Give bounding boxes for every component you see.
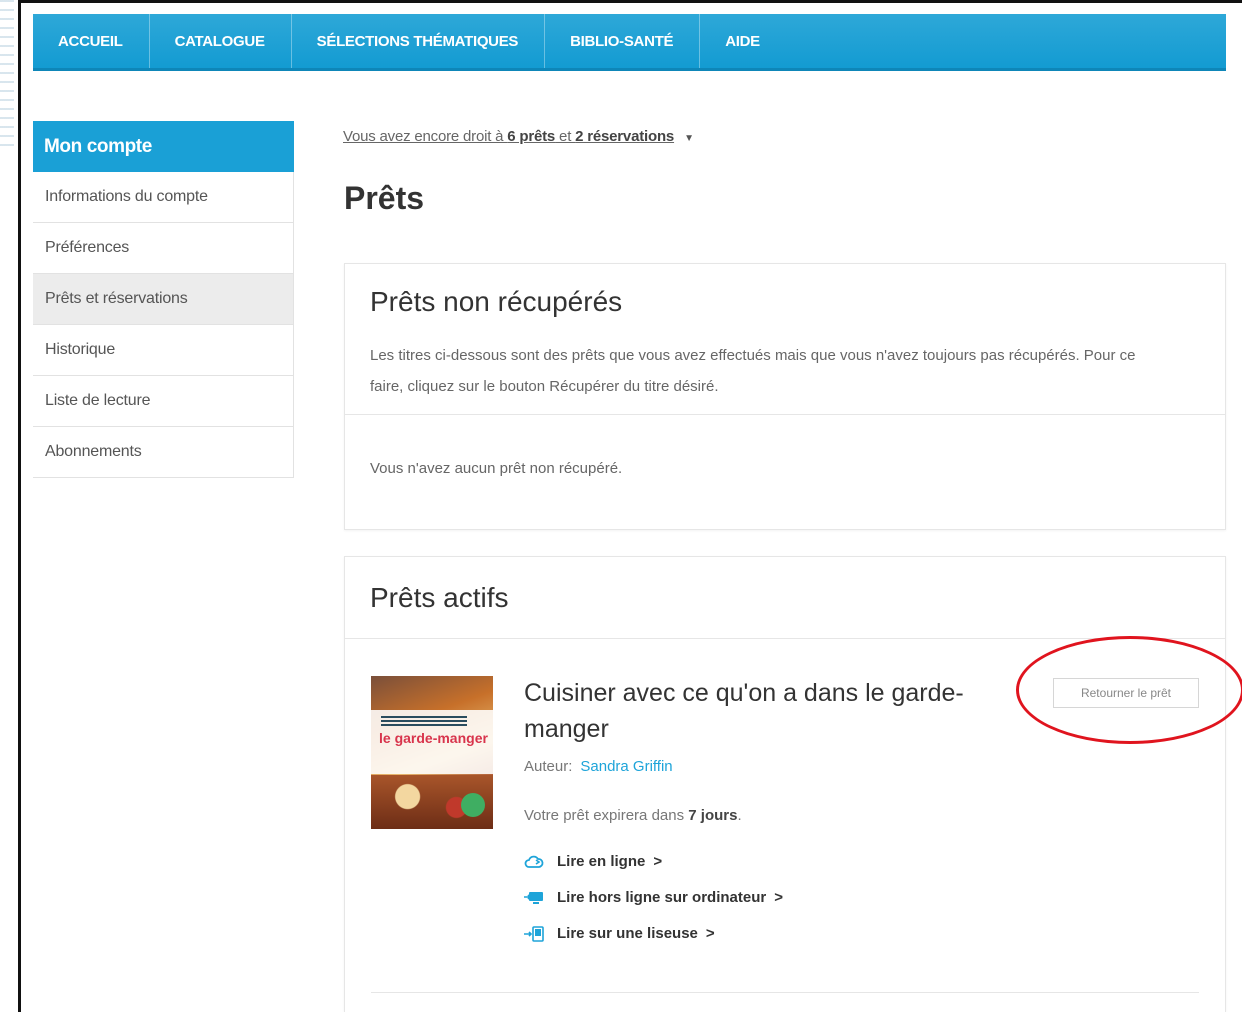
nav-accueil[interactable]: ACCUEIL (33, 14, 150, 68)
screenshot-frame-top (18, 0, 1242, 3)
sidebar-item-historique[interactable]: Historique (33, 325, 294, 376)
screenshot-frame-left (18, 0, 21, 1012)
cover-subtitle-lines (381, 716, 467, 728)
quota-prefix: Vous avez encore droit à (343, 128, 508, 145)
read-online-link[interactable]: Lire en ligne > (524, 853, 662, 870)
read-ereader-label: Lire sur une liseuse (557, 925, 698, 942)
sidebar-item-preferences[interactable]: Préférences (33, 223, 294, 274)
nav-selections-thematiques[interactable]: SÉLECTIONS THÉMATIQUES (292, 14, 546, 68)
unclaimed-loans-title: Prêts non récupérés (370, 286, 623, 317)
top-navigation: ACCUEIL CATALOGUE SÉLECTIONS THÉMATIQUES… (33, 14, 1226, 71)
loan-quota-dropdown[interactable]: Vous avez encore droit à 6 prêts et 2 ré… (343, 128, 694, 145)
quota-middle: et (555, 128, 576, 145)
chevron-right-icon: > (653, 853, 663, 870)
edge-decoration (0, 0, 14, 150)
sidebar-item-prets-reservations[interactable]: Prêts et réservations (33, 274, 294, 325)
read-offline-computer-link[interactable]: Lire hors ligne sur ordinateur > (524, 889, 783, 906)
expiry-suffix: . (737, 807, 742, 824)
expiry-prefix: Votre prêt expirera dans (524, 807, 689, 824)
cloud-icon (524, 855, 544, 868)
book-cover[interactable]: le garde-manger (371, 676, 493, 829)
chevron-right-icon: > (774, 889, 783, 906)
return-loan-button[interactable]: Retourner le prêt (1053, 678, 1199, 708)
quota-reservations: 2 réservations (575, 128, 675, 145)
sidebar-header: Mon compte (33, 121, 294, 172)
nav-catalogue[interactable]: CATALOGUE (150, 14, 292, 68)
panel-divider (345, 638, 1225, 639)
account-sidebar: Mon compte Informations du compte Préfér… (33, 121, 294, 478)
book-author: Auteur: Sandra Griffin (524, 758, 673, 775)
caret-down-icon: ▼ (684, 133, 694, 144)
cover-title: le garde-manger (379, 730, 488, 746)
quota-loans: 6 prêts (507, 128, 556, 145)
expiry-value: 7 jours (688, 807, 738, 824)
unclaimed-loans-description: Les titres ci-dessous sont des prêts que… (370, 347, 1136, 395)
author-label: Auteur: (524, 758, 573, 775)
page-title: Prêts (344, 180, 425, 216)
read-online-label: Lire en ligne (557, 853, 646, 870)
ereader-icon (524, 925, 544, 942)
read-ereader-link[interactable]: Lire sur une liseuse > (524, 925, 715, 942)
author-link[interactable]: Sandra Griffin (580, 758, 672, 775)
book-title[interactable]: Cuisiner avec ce qu'on a dans le garde-m… (524, 675, 1014, 747)
read-offline-label: Lire hors ligne sur ordinateur (557, 889, 767, 906)
sidebar-item-liste-lecture[interactable]: Liste de lecture (33, 376, 294, 427)
chevron-right-icon: > (705, 925, 715, 942)
unclaimed-loans-panel: Prêts non récupérés Les titres ci-dessou… (344, 263, 1226, 530)
panel-divider (345, 414, 1225, 415)
panel-divider (371, 992, 1199, 993)
unclaimed-empty-message: Vous n'avez aucun prêt non récupéré. (370, 460, 623, 477)
nav-aide[interactable]: AIDE (700, 14, 786, 68)
nav-biblio-sante[interactable]: BIBLIO-SANTÉ (545, 14, 701, 68)
loan-expiry: Votre prêt expirera dans 7 jours. (524, 807, 742, 824)
active-loans-panel: Prêts actifs le garde-manger Cuisiner av… (344, 556, 1226, 1012)
active-loans-title: Prêts actifs (370, 582, 509, 613)
sidebar-item-informations[interactable]: Informations du compte (33, 172, 294, 223)
computer-icon (524, 891, 543, 904)
cover-badge (461, 793, 485, 817)
sidebar-item-abonnements[interactable]: Abonnements (33, 427, 294, 478)
